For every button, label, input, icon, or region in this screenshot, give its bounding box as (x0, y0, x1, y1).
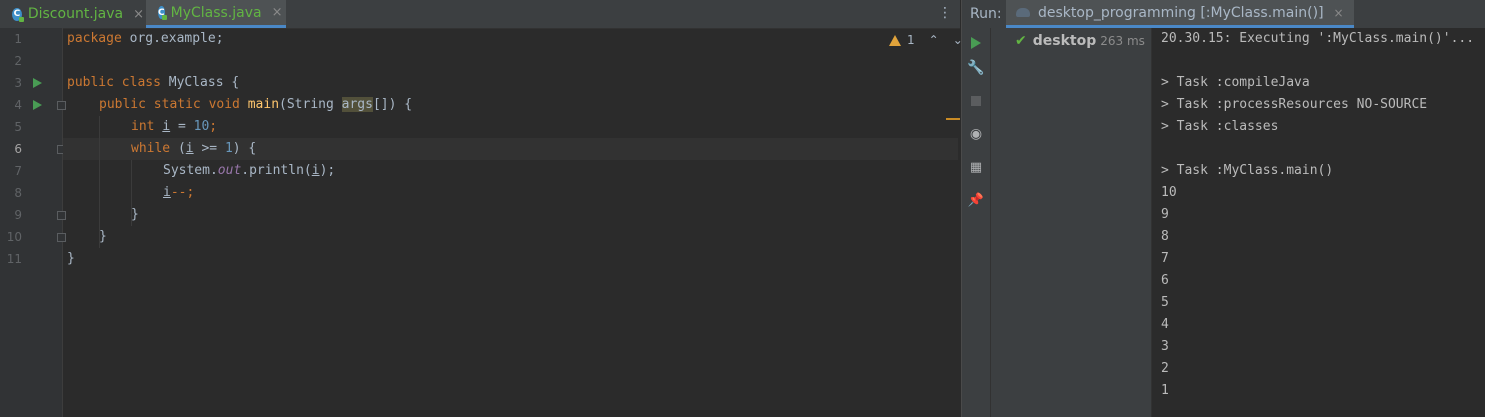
run-config-tab[interactable]: desktop_programming [:MyClass.main()] × (1006, 0, 1354, 28)
line-number: 1 (14, 32, 22, 46)
console-line: > Task :compileJava (1161, 75, 1310, 90)
tab-label: Discount.java (27, 6, 124, 22)
code-line: public class MyClass { (67, 75, 240, 90)
java-class-icon: C (158, 6, 167, 20)
gradle-icon (1016, 8, 1030, 17)
eye-icon: ◉ (969, 126, 983, 142)
line-number: 5 (14, 120, 22, 134)
show-button[interactable]: ◉ (969, 126, 983, 142)
line-number: 7 (14, 164, 22, 178)
line-number: 8 (14, 186, 22, 200)
console-line: 8 (1161, 229, 1169, 244)
warning-count: 1 (907, 33, 915, 47)
pin-button[interactable]: 📌 (967, 192, 985, 208)
rerun-button[interactable] (969, 36, 983, 50)
java-class-icon: C (12, 7, 24, 22)
console-line: 5 (1161, 295, 1169, 310)
tree-item-name: desktop (1032, 33, 1097, 49)
tree-item-desktop[interactable]: ✔ desktop 263 ms (1015, 33, 1145, 49)
line-number: 2 (14, 54, 22, 68)
tab-discount-java[interactable]: C Discount.java × (0, 0, 150, 28)
inspection-widget[interactable]: 1 ⌃ ⌄ (889, 33, 963, 47)
run-main-gutter-icon[interactable] (33, 100, 42, 110)
settings-button[interactable]: 🔧 (967, 60, 985, 76)
close-icon[interactable]: × (133, 7, 144, 22)
console-line: 2 (1161, 361, 1169, 376)
stop-button[interactable] (969, 94, 983, 108)
code-line: i--; (163, 185, 195, 200)
layout-button[interactable]: ▦ (969, 159, 983, 175)
tab-label: MyClass.java (170, 4, 262, 21)
line-number: 3 (14, 76, 22, 90)
line-number: 11 (6, 252, 22, 266)
chevron-up-icon[interactable]: ⌃ (929, 33, 939, 47)
check-icon: ✔ (1015, 33, 1027, 49)
close-icon[interactable]: × (1334, 6, 1344, 20)
error-stripe-marker[interactable] (946, 118, 960, 120)
editor-pane: C Discount.java × C MyClass.java × ⋮ 1 2… (0, 0, 963, 417)
tab-myclass-java[interactable]: C MyClass.java × (146, 0, 286, 28)
console-line: > Task :MyClass.main() (1161, 163, 1334, 178)
code-line: while (i >= 1) { (131, 141, 257, 156)
console-line: 9 (1161, 207, 1169, 222)
console-line: > Task :classes (1161, 119, 1279, 134)
console-line: 6 (1161, 273, 1169, 288)
run-toolbar: 🔧 ◉ ▦ 📌 (962, 28, 991, 417)
tree-item-time: 263 ms (1100, 34, 1145, 48)
run-tree: ✔ desktop 263 ms (991, 28, 1152, 417)
code-area[interactable]: package org.example; public class MyClas… (63, 28, 958, 417)
line-number: 4 (14, 98, 22, 112)
code-line: } (99, 229, 107, 244)
play-icon (971, 37, 981, 49)
more-options-icon[interactable]: ⋮ (938, 5, 952, 21)
layout-icon: ▦ (969, 159, 983, 175)
line-number: 9 (14, 208, 22, 222)
console-line: 20.30.15: Executing ':MyClass.main()'... (1161, 31, 1475, 46)
wrench-icon: 🔧 (967, 60, 985, 76)
console-output[interactable]: 20.30.15: Executing ':MyClass.main()'...… (1161, 28, 1481, 417)
code-line: public static void main(String args[]) { (99, 97, 413, 112)
code-line: int i = 10; (131, 119, 218, 134)
run-tool-window: Run: desktop_programming [:MyClass.main(… (961, 0, 1485, 417)
code-line: } (67, 251, 75, 266)
console-line: 3 (1161, 339, 1169, 354)
code-line: System.out.println(i); (163, 163, 336, 178)
run-label: Run: (970, 6, 1002, 22)
line-gutter: 1 2 3 4 5 6 7 8 9 10 11 (0, 28, 66, 417)
console-line: > Task :processResources NO-SOURCE (1161, 97, 1428, 112)
close-icon[interactable]: × (272, 5, 283, 20)
warning-icon (889, 34, 901, 46)
code-line: } (131, 207, 139, 222)
console-line: 10 (1161, 185, 1177, 200)
run-header: Run: desktop_programming [:MyClass.main(… (962, 0, 1485, 28)
run-tab-label: desktop_programming [:MyClass.main()] (1038, 4, 1324, 21)
console-line: 4 (1161, 317, 1169, 332)
line-number: 10 (6, 230, 22, 244)
editor-tab-bar: C Discount.java × C MyClass.java × ⋮ (0, 0, 960, 29)
run-class-gutter-icon[interactable] (33, 78, 42, 88)
pin-icon: 📌 (967, 192, 985, 208)
console-line: 1 (1161, 383, 1169, 398)
console-line: 7 (1161, 251, 1169, 266)
code-line: package org.example; (67, 31, 224, 46)
line-number: 6 (14, 142, 22, 156)
stop-icon (971, 96, 981, 106)
